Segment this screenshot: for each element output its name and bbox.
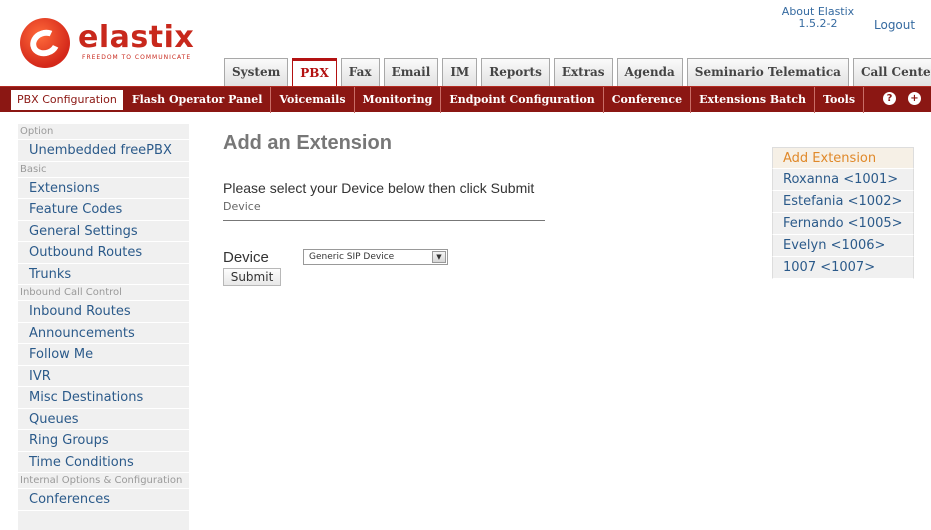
- brand-tagline: FREEDOM TO COMMUNICATE: [82, 54, 192, 61]
- tab-call-center[interactable]: Call Center: [852, 58, 931, 86]
- brand-name: elastix: [78, 20, 195, 55]
- sidebar-item-time-conditions[interactable]: Time Conditions: [18, 452, 189, 473]
- menu-item-tools[interactable]: Tools: [815, 86, 865, 113]
- sidebar-item-conferences[interactable]: Conferences: [18, 489, 189, 511]
- menu-item-flash-operator-panel[interactable]: Flash Operator Panel: [124, 86, 272, 113]
- tab-seminario-telematica[interactable]: Seminario Telematica: [686, 58, 849, 86]
- elastix-logo-icon: [20, 18, 70, 68]
- device-label: Device: [223, 249, 269, 266]
- submit-button[interactable]: Submit: [223, 268, 281, 286]
- sidebar-item-inbound-routes[interactable]: Inbound Routes: [18, 301, 189, 323]
- extension-list-item[interactable]: Estefania <1002>: [772, 191, 914, 213]
- tab-pbx[interactable]: PBX: [292, 58, 337, 86]
- sidebar-item-extensions[interactable]: Extensions: [18, 178, 189, 199]
- extensions-list: Add Extension Roxanna <1001> Estefania <10…: [772, 147, 914, 279]
- divider: [223, 220, 545, 221]
- device-select[interactable]: Generic SIP Device ▼: [303, 249, 448, 265]
- tab-fax[interactable]: Fax: [340, 58, 380, 86]
- sidebar: Option Unembedded freePBX Basic Extensions F…: [18, 124, 189, 530]
- about-elastix-link[interactable]: About Elastix 1.5.2-2: [778, 6, 858, 30]
- chevron-down-icon[interactable]: ▼: [432, 251, 446, 263]
- menu-item-extensions-batch[interactable]: Extensions Batch: [691, 86, 816, 113]
- sidebar-item-unembedded-freepbx[interactable]: Unembedded freePBX: [18, 140, 189, 162]
- tab-reports[interactable]: Reports: [481, 58, 550, 86]
- extension-list-item[interactable]: Fernando <1005>: [772, 213, 914, 235]
- menu-item-pbx-configuration[interactable]: PBX Configuration: [10, 88, 124, 111]
- logout-link[interactable]: Logout: [874, 18, 915, 32]
- menu-item-endpoint-configuration[interactable]: Endpoint Configuration: [441, 86, 604, 113]
- menu-item-conference[interactable]: Conference: [604, 86, 692, 113]
- menubar-icons: ? +: [883, 92, 921, 105]
- extension-list-item[interactable]: 1007 <1007>: [772, 257, 914, 279]
- page-title: Add an Extension: [223, 132, 392, 154]
- sidebar-item-general-settings[interactable]: General Settings: [18, 221, 189, 242]
- menu-item-monitoring[interactable]: Monitoring: [355, 86, 442, 113]
- device-select-value: Generic SIP Device: [309, 252, 395, 262]
- sidebar-item-ring-groups[interactable]: Ring Groups: [18, 430, 189, 452]
- sidebar-item-announcements[interactable]: Announcements: [18, 323, 189, 344]
- elastix-logo[interactable]: elastix FREEDOM TO COMMUNICATE: [20, 18, 200, 68]
- instruction-text: Please select your Device below then cli…: [223, 180, 535, 196]
- menu-item-voicemails[interactable]: Voicemails: [271, 86, 355, 113]
- help-icon[interactable]: ?: [883, 92, 896, 105]
- sidebar-section-inbound-call-control: Inbound Call Control: [18, 285, 189, 301]
- sidebar-item-follow-me[interactable]: Follow Me: [18, 344, 189, 366]
- extension-list-item[interactable]: Roxanna <1001>: [772, 169, 914, 191]
- sidebar-item-misc-destinations[interactable]: Misc Destinations: [18, 387, 189, 409]
- sidebar-item-queues[interactable]: Queues: [18, 409, 189, 430]
- add-extension-link[interactable]: Add Extension: [772, 147, 914, 169]
- device-section-heading: Device: [223, 200, 261, 213]
- main-tabs: System PBX Fax Email IM Reports Extras Agenda Se…: [224, 58, 931, 86]
- tab-agenda[interactable]: Agenda: [616, 58, 683, 86]
- sidebar-item-trunks[interactable]: Trunks: [18, 264, 189, 285]
- tab-system[interactable]: System: [224, 58, 289, 86]
- sidebar-item-ivr[interactable]: IVR: [18, 366, 189, 387]
- header: elastix FREEDOM TO COMMUNICATE About Ela…: [0, 0, 931, 86]
- tab-email[interactable]: Email: [383, 58, 439, 86]
- add-icon[interactable]: +: [908, 92, 921, 105]
- sidebar-section-basic: Basic: [18, 162, 189, 178]
- tab-im[interactable]: IM: [442, 58, 478, 86]
- submenu-bar: PBX Configuration Flash Operator Panel Voi…: [0, 86, 931, 113]
- version-label: 1.5.2-2: [798, 17, 838, 30]
- tab-extras[interactable]: Extras: [553, 58, 613, 86]
- sidebar-item-outbound-routes[interactable]: Outbound Routes: [18, 242, 189, 264]
- extension-list-item[interactable]: Evelyn <1006>: [772, 235, 914, 257]
- sidebar-section-option: Option: [18, 124, 189, 140]
- sidebar-section-internal-options-configuration: Internal Options & Configuration: [18, 473, 189, 489]
- sidebar-item-feature-codes[interactable]: Feature Codes: [18, 199, 189, 221]
